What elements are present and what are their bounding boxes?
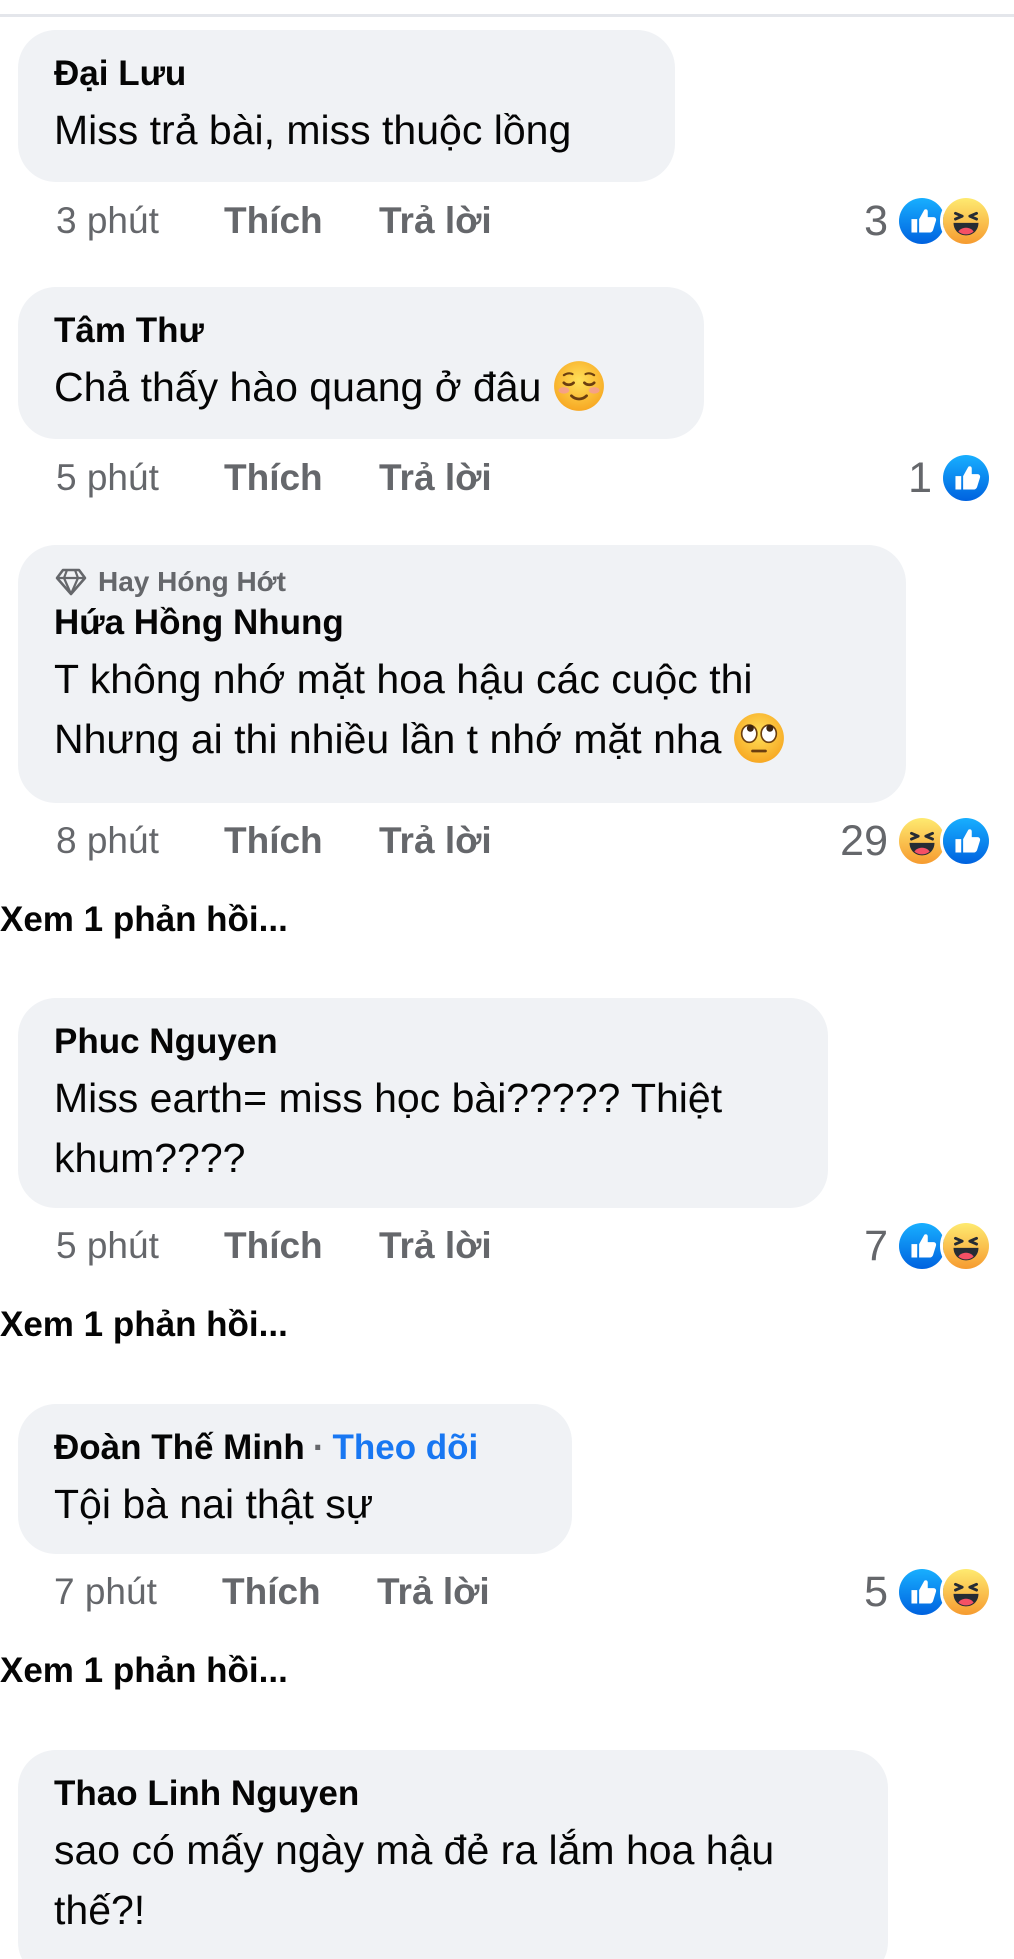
comment-line: khum???? xyxy=(54,1135,246,1181)
comment-line: Miss trả bài, miss thuộc lồng xyxy=(54,107,572,153)
reaction-summary[interactable]: 7 xyxy=(864,1219,992,1273)
comment-time[interactable]: 3 phút xyxy=(56,200,224,242)
comment-line: thế?! xyxy=(54,1887,146,1933)
reply-button[interactable]: Trả lời xyxy=(379,200,492,242)
comment-actions: 5 phút Thích Trả lời xyxy=(56,453,492,503)
comment-text: sao có mấy ngày mà đẻ ra lắm hoa hậu thế… xyxy=(54,1820,852,1940)
reaction-count: 29 xyxy=(840,816,888,865)
comment-bubble: Thao Linh Nguyen sao có mấy ngày mà đẻ r… xyxy=(18,1750,888,1959)
reply-button[interactable]: Trả lời xyxy=(379,457,492,499)
author-row: Thao Linh Nguyen xyxy=(54,1772,852,1816)
badge-row: Hay Hóng Hớt xyxy=(54,566,870,597)
comment-actions: 7 phút Thích Trả lời xyxy=(54,1567,490,1617)
view-replies-link[interactable]: Xem 1 phản hồi... xyxy=(0,1651,288,1691)
comment-text: Chả thấy hào quang ở đâu xyxy=(54,357,668,417)
comment-text: T không nhớ mặt hoa hậu các cuộc thi Như… xyxy=(54,649,870,769)
comment-line: Tội bà nai thật sự xyxy=(54,1481,374,1527)
like-icon xyxy=(940,815,992,867)
author-row: Đại Lưu xyxy=(54,52,639,96)
reaction-summary[interactable]: 1 xyxy=(908,451,992,505)
comment-bubble: Đại Lưu Miss trả bài, miss thuộc lồng xyxy=(18,30,675,182)
comment-line: Miss earth= miss học bài????? Thiệt xyxy=(54,1075,723,1121)
like-button[interactable]: Thích xyxy=(224,820,379,862)
top-divider xyxy=(0,14,1014,17)
comment-time[interactable]: 5 phút xyxy=(56,457,224,499)
author-row: Tâm Thư xyxy=(54,309,668,353)
comment-author[interactable]: Phuc Nguyen xyxy=(54,1022,278,1062)
comment-author[interactable]: Hứa Hồng Nhung xyxy=(54,603,344,643)
author-row: Phuc Nguyen xyxy=(54,1020,792,1064)
author-row: Đoàn Thế Minh · Theo dõi xyxy=(54,1426,536,1470)
reaction-count: 7 xyxy=(864,1221,888,1270)
reaction-count: 1 xyxy=(908,453,932,502)
view-replies-link[interactable]: Xem 1 phản hồi... xyxy=(0,900,288,940)
comment-time[interactable]: 7 phút xyxy=(54,1571,222,1613)
like-button[interactable]: Thích xyxy=(222,1571,377,1613)
reaction-count: 5 xyxy=(864,1567,888,1616)
comment-time[interactable]: 5 phút xyxy=(56,1225,224,1267)
comment-bubble: Đoàn Thế Minh · Theo dõi Tội bà nai thật… xyxy=(18,1404,572,1554)
follow-button[interactable]: Theo dõi xyxy=(332,1428,478,1468)
reply-button[interactable]: Trả lời xyxy=(379,1225,492,1267)
reaction-summary[interactable]: 5 xyxy=(864,1565,992,1619)
comment-author[interactable]: Thao Linh Nguyen xyxy=(54,1774,359,1814)
reaction-summary[interactable]: 29 xyxy=(840,814,992,868)
comment-line: Nhưng ai thi nhiều lần t nhớ mặt nha xyxy=(54,716,722,762)
comment-text: Miss earth= miss học bài????? Thiệt khum… xyxy=(54,1068,792,1188)
separator-dot: · xyxy=(312,1428,325,1467)
like-button[interactable]: Thích xyxy=(224,457,379,499)
reaction-summary[interactable]: 3 xyxy=(864,194,992,248)
like-button[interactable]: Thích xyxy=(224,200,379,242)
author-row: Hứa Hồng Nhung xyxy=(54,601,870,645)
top-fan-badge: Hay Hóng Hớt xyxy=(98,566,286,597)
like-icon xyxy=(940,452,992,504)
comment-bubble: Phuc Nguyen Miss earth= miss học bài????… xyxy=(18,998,828,1208)
haha-icon xyxy=(940,1220,992,1272)
comment-bubble: Hay Hóng Hớt Hứa Hồng Nhung T không nhớ … xyxy=(18,545,906,803)
eye-roll-face-emoji xyxy=(734,713,785,764)
comment-actions: 5 phút Thích Trả lời xyxy=(56,1221,492,1271)
comment-time[interactable]: 8 phút xyxy=(56,820,224,862)
comment-line: Chả thấy hào quang ở đâu xyxy=(54,364,542,410)
comment-author[interactable]: Tâm Thư xyxy=(54,311,204,351)
view-replies-link[interactable]: Xem 1 phản hồi... xyxy=(0,1305,288,1345)
relieved-face-emoji xyxy=(554,361,605,412)
reply-button[interactable]: Trả lời xyxy=(377,1571,490,1613)
comment-actions: 3 phút Thích Trả lời xyxy=(56,196,492,246)
comment-line: sao có mấy ngày mà đẻ ra lắm hoa hậu xyxy=(54,1827,775,1873)
reaction-count: 3 xyxy=(864,196,888,245)
diamond-icon xyxy=(55,568,87,596)
haha-icon xyxy=(940,195,992,247)
comment-line-wrap: Nhưng ai thi nhiều lần t nhớ mặt nha xyxy=(54,709,870,769)
comment-author[interactable]: Đoàn Thế Minh xyxy=(54,1428,305,1468)
comment-bubble: Tâm Thư Chả thấy hào quang ở đâu xyxy=(18,287,704,439)
reply-button[interactable]: Trả lời xyxy=(379,820,492,862)
comment-author[interactable]: Đại Lưu xyxy=(54,54,186,94)
comment-text: Tội bà nai thật sự xyxy=(54,1474,536,1534)
comment-actions: 8 phút Thích Trả lời xyxy=(56,816,492,866)
comments-page: Đại Lưu Miss trả bài, miss thuộc lồng 3 … xyxy=(0,0,1014,1959)
like-button[interactable]: Thích xyxy=(224,1225,379,1267)
comment-line: T không nhớ mặt hoa hậu các cuộc thi xyxy=(54,656,753,702)
comment-text: Miss trả bài, miss thuộc lồng xyxy=(54,100,639,160)
haha-icon xyxy=(940,1566,992,1618)
